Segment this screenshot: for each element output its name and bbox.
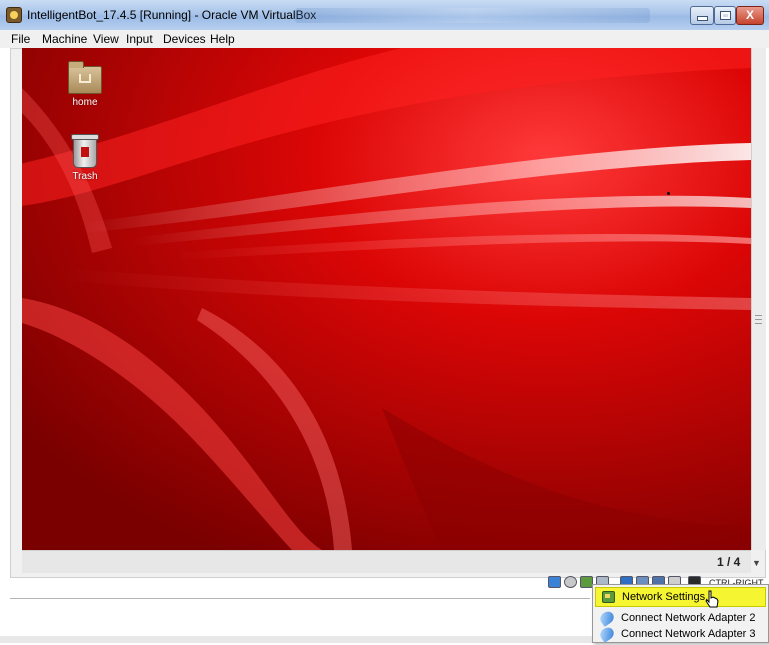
menu-item-connect-adapter-3[interactable]: Connect Network Adapter 3 bbox=[595, 625, 766, 645]
guest-desktop[interactable]: home Trash bbox=[22, 48, 751, 550]
guest-mouse-cursor bbox=[667, 192, 670, 195]
scroll-down-arrow-icon[interactable]: ▼ bbox=[752, 558, 761, 568]
desktop-icon-trash[interactable]: Trash bbox=[60, 134, 110, 182]
menu-bar: File Machine View Input Devices Help bbox=[0, 30, 769, 48]
desktop-icon-label: Trash bbox=[72, 171, 98, 182]
menu-item-label: Connect Network Adapter 2 bbox=[621, 612, 756, 624]
blurred-taskbar-area bbox=[295, 8, 650, 23]
desktop-icon-label: home bbox=[72, 97, 98, 108]
minimize-button[interactable] bbox=[690, 6, 714, 25]
trash-icon bbox=[71, 134, 99, 168]
virtualbox-app-icon[interactable] bbox=[6, 7, 22, 23]
title-bar[interactable]: IntelligentBot_17.4.5 [Running] - Oracle… bbox=[0, 0, 769, 31]
home-folder-icon bbox=[68, 61, 102, 94]
minimize-icon bbox=[696, 16, 708, 21]
optical-drive-icon[interactable] bbox=[548, 576, 561, 588]
close-icon: X bbox=[745, 8, 754, 22]
usb-icon[interactable] bbox=[564, 576, 577, 588]
menu-view[interactable]: View bbox=[93, 32, 119, 46]
maximize-icon bbox=[719, 11, 731, 20]
maximize-button[interactable] bbox=[714, 6, 736, 25]
menu-item-network-settings[interactable]: Network Settings... bbox=[595, 587, 766, 607]
desktop-icon-home[interactable]: home bbox=[60, 61, 110, 108]
network-settings-icon bbox=[602, 591, 615, 603]
menu-file[interactable]: File bbox=[11, 32, 30, 46]
red-swoosh-wallpaper bbox=[22, 48, 751, 550]
menu-machine[interactable]: Machine bbox=[42, 32, 87, 46]
menu-input[interactable]: Input bbox=[126, 32, 153, 46]
window-bottom-edge bbox=[10, 598, 590, 599]
vertical-scrollbar[interactable] bbox=[751, 48, 766, 550]
menu-devices[interactable]: Devices bbox=[163, 32, 206, 46]
window-title: IntelligentBot_17.4.5 [Running] - Oracle… bbox=[27, 8, 317, 22]
horizontal-scroll-strip bbox=[22, 550, 751, 573]
menu-item-label: Network Settings... bbox=[622, 591, 715, 603]
menu-item-label: Connect Network Adapter 3 bbox=[621, 628, 756, 640]
hand-pointer-cursor-icon bbox=[705, 590, 719, 608]
menu-help[interactable]: Help bbox=[210, 32, 235, 46]
connect-adapter-icon bbox=[597, 625, 617, 643]
network-context-menu: Network Settings... Connect Network Adap… bbox=[592, 584, 769, 643]
scrollbar-grip-icon bbox=[755, 315, 762, 324]
page-indicator: 1 / 4 bbox=[717, 555, 741, 569]
close-button[interactable]: X bbox=[736, 6, 764, 25]
